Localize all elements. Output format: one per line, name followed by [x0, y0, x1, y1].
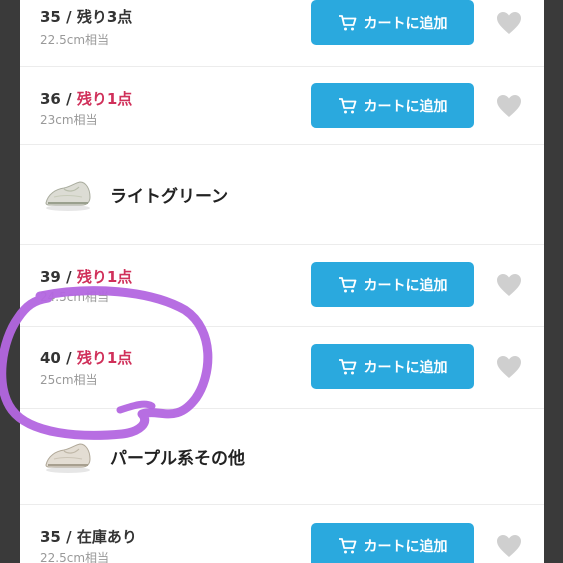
heart-icon[interactable]: [496, 273, 522, 297]
size-number: 36: [40, 90, 61, 108]
stock-status: 残り1点: [76, 90, 133, 108]
color-header-light-green: ライトグリーン: [20, 144, 544, 245]
add-to-cart-label: カートに追加: [363, 277, 448, 294]
cart-icon: [338, 537, 356, 553]
add-to-cart-button[interactable]: カートに追加: [311, 262, 474, 307]
add-to-cart-label: カートに追加: [363, 98, 448, 115]
shoe-thumbnail: [45, 443, 91, 473]
cart-icon: [338, 97, 356, 113]
size-label: 35 / 残り3点: [40, 8, 133, 26]
heart-icon[interactable]: [496, 94, 522, 118]
size-equivalent: 25cm相当: [40, 373, 98, 387]
size-row-35: 35 / 残り3点 22.5cm相当 カートに追加: [20, 0, 544, 67]
size-number: 39: [40, 268, 61, 286]
size-label: 36 / 残り1点: [40, 90, 133, 108]
size-row-36: 36 / 残り1点 23cm相当 カートに追加: [20, 66, 544, 145]
size-label: 39 / 残り1点: [40, 268, 133, 286]
heart-icon[interactable]: [496, 355, 522, 379]
size-number: 35: [40, 528, 61, 546]
size-label: 40 / 残り1点: [40, 349, 133, 367]
stock-status: 残り1点: [76, 349, 133, 367]
size-equivalent: 22.5cm相当: [40, 33, 110, 47]
add-to-cart-button[interactable]: カートに追加: [311, 0, 474, 45]
stock-status: 在庫あり: [76, 528, 137, 546]
size-number: 35: [40, 8, 61, 26]
cart-icon: [338, 276, 356, 292]
color-header-purple-other: パープル系その他: [20, 408, 544, 505]
size-equivalent: 22.5cm相当: [40, 551, 110, 563]
size-equivalent: 23cm相当: [40, 113, 98, 127]
size-label: 35 / 在庫あり: [40, 528, 137, 546]
color-name: パープル系その他: [110, 449, 245, 469]
color-name: ライトグリーン: [110, 187, 229, 207]
size-row-35-purple: 35 / 在庫あり 22.5cm相当 カートに追加: [20, 504, 544, 563]
shoe-thumbnail: [45, 181, 91, 211]
stock-status: 残り1点: [76, 268, 133, 286]
cart-icon: [338, 358, 356, 374]
size-number: 40: [40, 349, 61, 367]
add-to-cart-label: カートに追加: [363, 15, 448, 32]
add-to-cart-label: カートに追加: [363, 538, 448, 555]
size-equivalent: 24.5cm相当: [40, 290, 110, 304]
stock-status: 残り3点: [76, 8, 133, 26]
add-to-cart-button[interactable]: カートに追加: [311, 523, 474, 563]
size-stock-list: 35 / 残り3点 22.5cm相当 カートに追加 36 / 残り1点 23cm…: [20, 0, 544, 563]
size-row-39: 39 / 残り1点 24.5cm相当 カートに追加: [20, 244, 544, 327]
add-to-cart-button[interactable]: カートに追加: [311, 344, 474, 389]
add-to-cart-button[interactable]: カートに追加: [311, 83, 474, 128]
heart-icon[interactable]: [496, 534, 522, 558]
size-row-40: 40 / 残り1点 25cm相当 カートに追加: [20, 326, 544, 409]
heart-icon[interactable]: [496, 11, 522, 35]
cart-icon: [338, 14, 356, 30]
add-to-cart-label: カートに追加: [363, 359, 448, 376]
